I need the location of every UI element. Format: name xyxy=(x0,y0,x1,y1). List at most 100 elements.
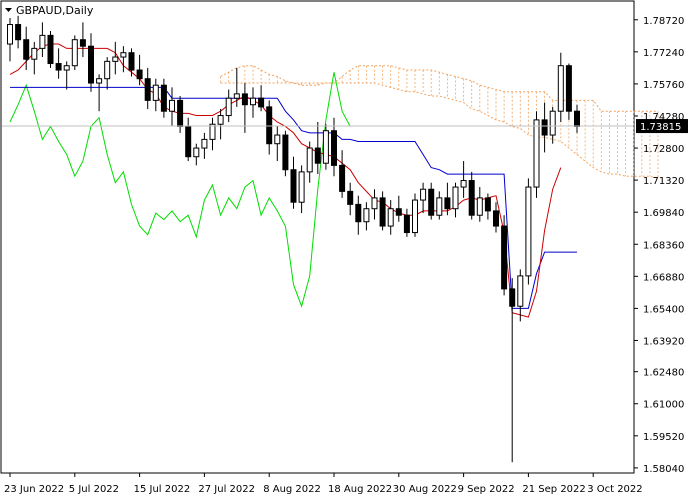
candle-body-bullish xyxy=(298,171,305,203)
candle-body-bullish xyxy=(452,186,459,210)
current-price-label: 1.73815 xyxy=(640,122,681,133)
candle-body-bearish xyxy=(160,84,167,112)
candle-body-bullish xyxy=(525,186,532,277)
candle-body-bullish xyxy=(549,110,556,136)
candle-body-bullish xyxy=(120,52,127,58)
candle-body-bullish xyxy=(39,34,46,49)
candle-body-bearish xyxy=(444,197,451,210)
x-tick-label: 9 Sep 2022 xyxy=(458,484,515,495)
y-tick-label: 1.78720 xyxy=(643,16,684,27)
y-tick-label: 1.66880 xyxy=(643,272,684,283)
y-tick-label: 1.72800 xyxy=(643,144,684,155)
candle-body-bearish xyxy=(258,97,265,108)
candle-body-bullish xyxy=(476,197,483,216)
candle-body-bearish xyxy=(331,130,337,166)
candle-body-bullish xyxy=(96,78,103,84)
candle-body-bearish xyxy=(47,34,54,65)
candle-body-bearish xyxy=(136,69,143,80)
candle-body-bearish xyxy=(493,210,499,227)
candle-body-bullish xyxy=(436,197,443,216)
y-tick-label: 1.62480 xyxy=(643,368,684,379)
y-tick-label: 1.68360 xyxy=(643,240,684,251)
candle-body-bearish xyxy=(23,39,30,60)
candle-body-bullish xyxy=(31,47,38,60)
candle xyxy=(71,35,78,71)
candle xyxy=(282,130,289,177)
y-tick-label: 1.74280 xyxy=(643,112,684,123)
candle-body-bullish xyxy=(533,119,540,188)
candle-body-bullish xyxy=(169,99,175,112)
candle xyxy=(412,193,418,237)
candle xyxy=(47,31,54,68)
candle-body-bearish xyxy=(15,24,22,41)
y-tick-label: 1.75760 xyxy=(643,80,684,91)
candle-body-bullish xyxy=(387,208,394,227)
candle-body-bullish xyxy=(306,147,313,173)
candle-body-bearish xyxy=(565,65,572,112)
candle xyxy=(322,124,329,170)
candle-body-bearish xyxy=(128,52,135,71)
candle-body-bullish xyxy=(63,65,70,71)
candle-body-bullish xyxy=(225,97,232,117)
candle-body-bearish xyxy=(282,134,289,171)
candle-body-bearish xyxy=(266,106,273,145)
candle xyxy=(501,215,508,296)
candle-body-bearish xyxy=(468,180,475,216)
y-tick-label: 1.65400 xyxy=(643,304,684,315)
x-tick-label: 23 Jun 2022 xyxy=(4,484,64,495)
x-tick-label: 30 Aug 2022 xyxy=(393,484,457,495)
candle-body-bearish xyxy=(509,288,516,307)
candle-body-bearish xyxy=(290,169,297,203)
title-group: GBPAUD,Daily xyxy=(5,4,94,17)
candle-body-bearish xyxy=(355,203,362,223)
x-tick-label: 18 Aug 2022 xyxy=(328,484,392,495)
candle-body-bullish xyxy=(201,138,208,149)
chart-title: GBPAUD,Daily xyxy=(16,4,94,17)
candle-body-bearish xyxy=(339,164,346,192)
candle-body-bullish xyxy=(152,84,159,101)
y-tick-label: 1.69840 xyxy=(643,208,684,219)
candle-body-bearish xyxy=(428,188,435,216)
candle-body-bullish xyxy=(412,199,418,234)
candle-body-bearish xyxy=(79,39,86,47)
x-tick-label: 27 Jul 2022 xyxy=(198,484,255,495)
candle-body-bullish xyxy=(233,93,240,99)
candle-body-bullish xyxy=(274,134,281,145)
y-tick-label: 1.58040 xyxy=(643,464,684,475)
x-tick-label: 21 Sep 2022 xyxy=(522,484,585,495)
candle-body-bullish xyxy=(557,65,564,112)
candle-body-bullish xyxy=(460,180,467,188)
y-tick-label: 1.59520 xyxy=(643,432,684,443)
candle-body-bearish xyxy=(541,119,548,136)
candle-body-bullish xyxy=(363,208,370,223)
candle-body-bearish xyxy=(314,147,321,164)
candle-body-bearish xyxy=(88,45,94,84)
x-tick-label: 5 Jul 2022 xyxy=(69,484,119,495)
candle-body-bullish xyxy=(7,24,13,45)
candle-body-bearish xyxy=(501,225,508,290)
candle xyxy=(565,63,572,120)
candle-body-bearish xyxy=(347,190,354,205)
candle-body-bullish xyxy=(193,147,200,158)
candle-body-bearish xyxy=(55,63,62,71)
candle-body-bullish xyxy=(420,188,427,201)
y-tick-label: 1.63920 xyxy=(643,336,684,347)
candle-body-bullish xyxy=(71,39,78,67)
candle-body-bullish xyxy=(517,275,524,307)
candle-body-bullish xyxy=(112,56,119,62)
x-tick-label: 15 Jul 2022 xyxy=(134,484,191,495)
y-tick-label: 1.71320 xyxy=(643,176,684,187)
candle-body-bearish xyxy=(177,99,184,127)
x-tick-label: 3 Oct 2022 xyxy=(587,484,642,495)
candle-body-bullish xyxy=(217,115,224,125)
candle-body-bearish xyxy=(185,125,192,158)
candle-body-bearish xyxy=(395,208,402,216)
ichimoku-chart: 1.73815 1.78720 1.77240 1.75760 1.74280 1.72… xyxy=(0,0,700,500)
candle xyxy=(533,111,540,198)
candle-body-bearish xyxy=(379,197,386,227)
candle-body-bearish xyxy=(574,110,580,127)
candle xyxy=(525,178,532,285)
y-tick-label: 1.61000 xyxy=(643,400,684,411)
candle-body-bullish xyxy=(371,197,378,210)
candle-body-bearish xyxy=(484,197,491,212)
